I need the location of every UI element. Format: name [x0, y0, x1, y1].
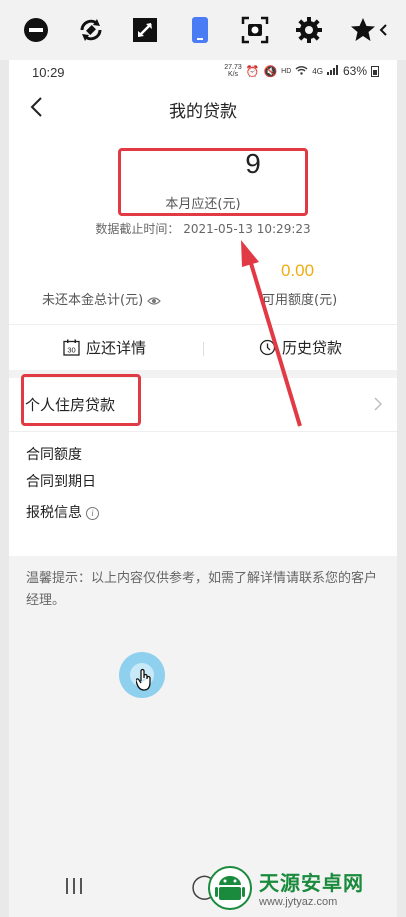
unpaid-principal[interactable]: 未还本金总计(元)	[42, 289, 162, 308]
annotation-box-loan	[21, 374, 141, 426]
info-icon[interactable]: i	[86, 506, 99, 520]
minus-circle-icon[interactable]	[22, 16, 50, 44]
battery-text: 63%	[342, 64, 367, 78]
hd-label: HD	[281, 67, 292, 75]
battery-icon	[371, 65, 379, 77]
page-title: 我的贷款	[169, 102, 237, 122]
annotation-box-amount	[118, 148, 308, 216]
tab-label: 历史贷款	[282, 339, 343, 357]
net-speed-unit: K/s	[227, 71, 239, 78]
mute-icon: 🔇	[263, 65, 278, 78]
tab-repayment-details[interactable]: 30 应还详情	[63, 337, 146, 358]
signal-label: 4G	[312, 66, 323, 76]
watermark-text: 天源安卓网 www.jytyaz.com	[259, 867, 364, 908]
cutoff-label: 数据截止时间：	[95, 222, 180, 236]
tax-info-row[interactable]: 报税信息 i	[26, 502, 99, 522]
watermark: 天源安卓网 www.jytyaz.com	[207, 858, 406, 917]
status-time: 10:29	[32, 65, 65, 80]
phone-icon[interactable]	[186, 16, 214, 44]
star-icon[interactable]	[350, 16, 390, 44]
tabs-bar: 30 应还详情 历史贷款	[9, 324, 397, 370]
tip-text: 温馨提示：以上内容仅供参考，如需了解详情请联系您的客户经理。	[26, 571, 378, 608]
available-credit-label: 可用额度(元)	[262, 293, 338, 308]
calendar-icon: 30	[63, 339, 80, 356]
contract-amount-label: 合同额度	[26, 447, 82, 463]
svg-text:30: 30	[67, 346, 75, 355]
rotate-icon[interactable]	[77, 16, 105, 44]
clock-icon	[259, 339, 276, 356]
available-credit-value: 0.00	[281, 261, 315, 280]
data-cutoff: 数据截止时间： 2021-05-13 10:29:23	[9, 220, 397, 237]
signal-icon	[326, 64, 339, 78]
wifi-icon	[295, 64, 308, 78]
screen-toolbar	[0, 0, 406, 60]
pointer-hand-icon	[135, 668, 154, 692]
expand-icon[interactable]	[131, 16, 159, 44]
android-logo-icon	[208, 865, 252, 910]
status-bar: 10:29 27.73 K/s ⏰ 🔇 HD 4G 63%	[9, 60, 397, 86]
contract-due-date-label: 合同到期日	[26, 474, 96, 490]
tab-divider	[203, 342, 204, 356]
alarm-icon: ⏰	[245, 65, 260, 78]
net-speed: 27.73	[224, 64, 242, 71]
gear-icon[interactable]	[295, 16, 323, 44]
recents-button[interactable]	[66, 878, 82, 894]
chevron-right-icon	[373, 396, 383, 412]
unpaid-principal-label: 未还本金总计(元)	[42, 293, 144, 308]
tax-info-label: 报税信息	[26, 505, 82, 521]
watermark-title: 天源安卓网	[259, 871, 364, 895]
watermark-url: www.jytyaz.com	[259, 896, 338, 908]
screen: 10:29 27.73 K/s ⏰ 🔇 HD 4G 63% 我的贷款 9 本月应…	[0, 0, 406, 917]
cutoff-time: 2021-05-13 10:29:23	[183, 222, 311, 236]
nav-bar: 我的贷款	[9, 88, 397, 128]
tab-label: 应还详情	[86, 339, 147, 357]
tab-loan-history[interactable]: 历史贷款	[259, 337, 342, 358]
screenshot-icon[interactable]	[241, 16, 269, 44]
eye-icon[interactable]	[147, 293, 162, 308]
status-indicators: 27.73 K/s ⏰ 🔇 HD 4G 63%	[224, 64, 379, 78]
phone-screen: 10:29 27.73 K/s ⏰ 🔇 HD 4G 63% 我的贷款 9 本月应…	[9, 60, 397, 917]
